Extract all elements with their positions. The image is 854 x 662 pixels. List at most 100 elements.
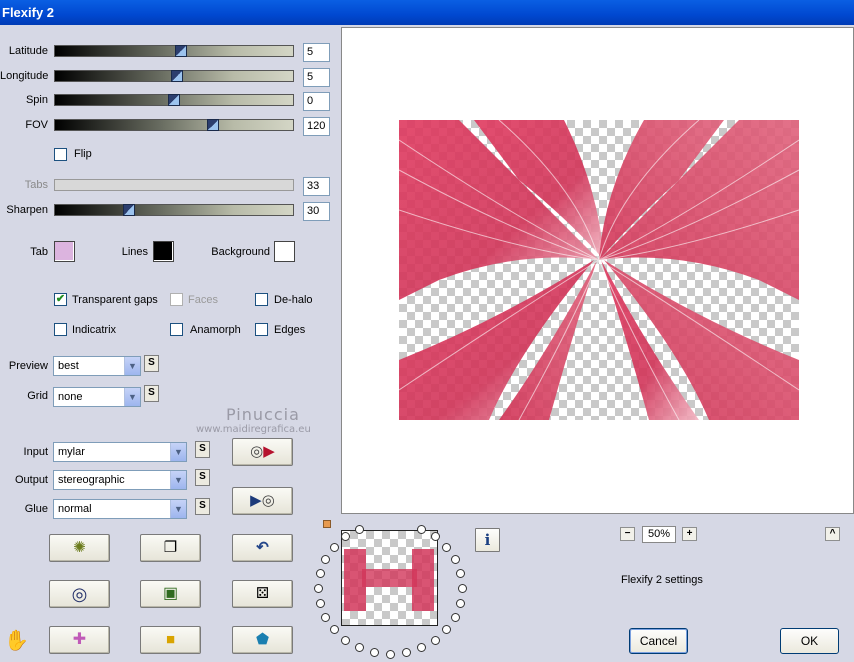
spin-field[interactable]: 0 bbox=[303, 92, 330, 111]
background-color-swatch[interactable] bbox=[274, 241, 295, 262]
navigator-thumbnail[interactable] bbox=[341, 530, 438, 626]
info-button[interactable]: i bbox=[475, 528, 500, 552]
navigator-dot[interactable] bbox=[456, 598, 466, 608]
watermark-site: www.maidiregrafica.eu bbox=[196, 424, 311, 435]
chevron-down-icon[interactable]: ▼ bbox=[170, 443, 186, 461]
sharpen-slider-thumb[interactable] bbox=[123, 204, 135, 216]
output-s-button[interactable]: S bbox=[195, 469, 210, 486]
preview-canvas[interactable] bbox=[341, 27, 854, 514]
square-button[interactable]: ▣ bbox=[140, 580, 201, 608]
sharpen-slider[interactable] bbox=[54, 204, 294, 216]
navigator-dot[interactable] bbox=[341, 635, 351, 645]
longitude-field[interactable]: 5 bbox=[303, 68, 330, 87]
input-s-button[interactable]: S bbox=[195, 441, 210, 458]
flip-checkbox[interactable] bbox=[54, 148, 67, 161]
fov-slider[interactable] bbox=[54, 119, 294, 131]
navigator-dot[interactable] bbox=[450, 555, 460, 565]
watermark-name: Pinuccia bbox=[226, 405, 300, 424]
navigator-dot[interactable] bbox=[417, 524, 427, 534]
zoom-in-button[interactable]: + bbox=[682, 527, 697, 541]
anamorph-checkbox[interactable] bbox=[170, 323, 183, 336]
disc-arrow-icon: ◎▶ bbox=[250, 443, 275, 460]
undo-button[interactable]: ↶ bbox=[232, 534, 293, 562]
zoom-out-button[interactable]: − bbox=[620, 527, 635, 541]
fov-field[interactable]: 120 bbox=[303, 117, 330, 136]
navigator-dot[interactable] bbox=[450, 612, 460, 622]
navigator-dot[interactable] bbox=[442, 625, 452, 635]
input-label: Input bbox=[23, 446, 48, 458]
edges-checkbox[interactable] bbox=[255, 323, 268, 336]
navigator-dot[interactable] bbox=[354, 524, 364, 534]
de-halo-checkbox[interactable] bbox=[255, 293, 268, 306]
spin-slider-thumb[interactable] bbox=[168, 94, 180, 106]
tab-color-swatch[interactable] bbox=[54, 241, 75, 262]
navigator-dot[interactable] bbox=[430, 532, 440, 542]
longitude-slider[interactable] bbox=[54, 70, 294, 82]
cube-icon: ■ bbox=[165, 631, 176, 648]
circle-button[interactable]: ◎ bbox=[49, 580, 110, 608]
chevron-down-icon[interactable]: ▼ bbox=[170, 471, 186, 489]
navigator-dot[interactable] bbox=[386, 650, 395, 659]
navigator-dot[interactable] bbox=[321, 555, 331, 565]
navigator-dot[interactable] bbox=[458, 584, 467, 593]
pentagon-icon: ⬟ bbox=[255, 631, 270, 648]
copy-button[interactable]: ❐ bbox=[140, 534, 201, 562]
longitude-slider-thumb[interactable] bbox=[171, 70, 183, 82]
chevron-down-icon[interactable]: ▼ bbox=[124, 388, 140, 406]
navigator-dot[interactable] bbox=[315, 598, 325, 608]
navigator-dot[interactable] bbox=[314, 584, 323, 593]
glue-s-button[interactable]: S bbox=[195, 498, 210, 515]
ok-button[interactable]: OK bbox=[780, 628, 839, 654]
navigator-dot[interactable] bbox=[329, 625, 339, 635]
sharpen-field[interactable]: 30 bbox=[303, 202, 330, 221]
preview-select[interactable]: best ▼ bbox=[53, 356, 141, 376]
navigator-dot[interactable] bbox=[369, 648, 379, 658]
input-select[interactable]: mylar ▼ bbox=[53, 442, 187, 462]
navigator-dot[interactable] bbox=[402, 648, 412, 658]
plugin-logo-icon: ✋ bbox=[4, 630, 29, 652]
input-transform-button[interactable]: ◎▶ bbox=[232, 438, 293, 466]
pentagon-button[interactable]: ⬟ bbox=[232, 626, 293, 654]
spin-slider[interactable] bbox=[54, 94, 294, 106]
cancel-button[interactable]: Cancel bbox=[629, 628, 688, 654]
latitude-field[interactable]: 5 bbox=[303, 43, 330, 62]
navigator-dot[interactable] bbox=[442, 542, 452, 552]
grid-s-button[interactable]: S bbox=[144, 385, 159, 402]
settings-title: Flexify 2 settings bbox=[621, 574, 703, 586]
navigator-dot[interactable] bbox=[354, 643, 364, 653]
grid-select[interactable]: none ▼ bbox=[53, 387, 141, 407]
undo-icon: ↶ bbox=[256, 539, 269, 556]
chevron-down-icon[interactable]: ▼ bbox=[170, 500, 186, 518]
navigator-dot[interactable] bbox=[329, 542, 339, 552]
latitude-slider-thumb[interactable] bbox=[175, 45, 187, 57]
output-transform-button[interactable]: ▶◎ bbox=[232, 487, 293, 515]
navigator-handle[interactable] bbox=[323, 520, 331, 528]
cross-button[interactable]: ✚ bbox=[49, 626, 110, 654]
navigator-dot[interactable] bbox=[430, 635, 440, 645]
preview-s-button[interactable]: S bbox=[144, 355, 159, 372]
fov-slider-thumb[interactable] bbox=[207, 119, 219, 131]
flip-label: Flip bbox=[74, 148, 92, 160]
navigator-dot[interactable] bbox=[315, 569, 325, 579]
square-icon: ▣ bbox=[162, 585, 179, 602]
transparent-gaps-checkbox[interactable]: ✔ bbox=[54, 293, 67, 306]
tabs-field[interactable]: 33 bbox=[303, 177, 330, 196]
navigator-dot[interactable] bbox=[417, 643, 427, 653]
output-select[interactable]: stereographic ▼ bbox=[53, 470, 187, 490]
navigator-dot[interactable] bbox=[321, 612, 331, 622]
glue-select[interactable]: normal ▼ bbox=[53, 499, 187, 519]
edges-label: Edges bbox=[274, 324, 306, 336]
navigator-dot[interactable] bbox=[456, 569, 466, 579]
lines-color-swatch[interactable] bbox=[153, 241, 174, 262]
indicatrix-checkbox[interactable] bbox=[54, 323, 67, 336]
dice-button[interactable]: ⚄ bbox=[232, 580, 293, 608]
scroll-up-button[interactable]: ^ bbox=[825, 527, 840, 541]
ring-icon: ◎ bbox=[71, 584, 88, 604]
longitude-label: Longitude bbox=[0, 70, 49, 82]
window-title: Flexify 2 bbox=[0, 0, 854, 25]
chevron-down-icon[interactable]: ▼ bbox=[124, 357, 140, 375]
latitude-slider[interactable] bbox=[54, 45, 294, 57]
cube-button[interactable]: ■ bbox=[140, 626, 201, 654]
ribbon-graphic bbox=[399, 120, 799, 420]
randomize-button[interactable]: ✺ bbox=[49, 534, 110, 562]
